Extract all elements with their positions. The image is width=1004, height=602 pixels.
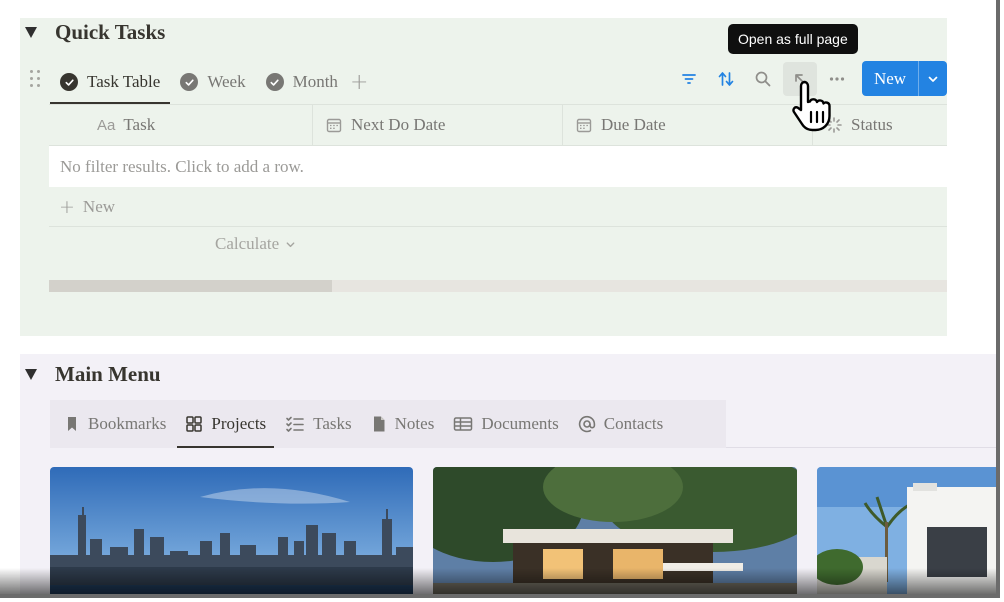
tab-projects[interactable]: Projects — [177, 400, 274, 448]
tab-task-table[interactable]: Task Table — [50, 60, 171, 104]
column-label: Task — [123, 115, 156, 134]
sort-icon[interactable] — [709, 62, 743, 96]
tab-label: Documents — [481, 414, 559, 433]
column-header-next-do-date[interactable]: Next Do Date — [313, 105, 563, 145]
calendar-icon — [325, 116, 343, 134]
project-card-white-villa-image[interactable] — [817, 467, 996, 594]
document-icon — [373, 416, 385, 432]
at-icon — [578, 415, 595, 433]
column-header-task[interactable]: Aa Task — [49, 105, 313, 145]
new-button-label[interactable]: New — [862, 61, 919, 96]
main-menu-tabs: Bookmarks Projects Tasks Notes Documents… — [50, 400, 726, 448]
collapse-toggle-icon[interactable] — [25, 369, 37, 380]
add-row-label: New — [82, 196, 116, 216]
quick-tasks-title: Quick Tasks — [55, 20, 166, 44]
horizontal-scrollbar[interactable] — [49, 280, 947, 292]
tab-label: Contacts — [603, 414, 664, 433]
main-menu-title: Main Menu — [55, 362, 161, 386]
plus-icon: + — [59, 195, 75, 218]
calculate-label: Calculate — [215, 234, 280, 253]
chevron-down-icon[interactable] — [919, 61, 947, 96]
check-circle-icon — [180, 73, 199, 91]
new-button[interactable]: New — [862, 61, 947, 96]
tab-label: Projects — [211, 414, 267, 433]
text-icon: Aa — [97, 116, 116, 134]
project-card-city-skyline-image[interactable] — [50, 467, 413, 594]
tab-notes[interactable]: Notes — [363, 400, 443, 448]
column-label: Status — [851, 115, 893, 134]
project-card-modern-house-image[interactable] — [433, 467, 797, 594]
tab-tasks[interactable]: Tasks — [277, 400, 359, 448]
tab-label: Month — [292, 72, 338, 91]
bookmark-icon — [68, 417, 76, 431]
table-icon — [454, 417, 473, 431]
tab-label: Tasks — [313, 414, 352, 433]
quick-tasks-header[interactable]: Quick Tasks — [25, 20, 165, 45]
drag-handle-icon[interactable] — [30, 70, 40, 88]
tooltip: Open as full page — [728, 24, 858, 54]
tab-label: Task Table — [87, 72, 161, 91]
checklist-icon — [286, 416, 304, 432]
tab-week[interactable]: Week — [170, 60, 255, 104]
tab-contacts[interactable]: Contacts — [570, 400, 672, 448]
chevron-down-icon — [286, 241, 295, 247]
column-label: Next Do Date — [351, 115, 446, 134]
gallery-icon — [186, 416, 203, 432]
main-menu-header[interactable]: Main Menu — [25, 362, 161, 387]
tab-label: Week — [207, 72, 246, 91]
tab-label: Bookmarks — [88, 414, 167, 433]
collapse-toggle-icon[interactable] — [25, 27, 37, 38]
view-tabs: Task Table Week Month + — [50, 60, 368, 104]
app-frame: Quick Tasks Task Table Week Month + New … — [0, 0, 1000, 598]
calculate-button[interactable]: Calculate — [215, 234, 296, 254]
calendar-icon — [575, 116, 593, 134]
tab-bookmarks[interactable]: Bookmarks — [56, 400, 174, 448]
column-header-due-date[interactable]: Due Date — [563, 105, 813, 145]
tab-label: Notes — [394, 414, 435, 433]
scrollbar-thumb[interactable] — [49, 280, 332, 292]
check-circle-icon — [60, 73, 78, 91]
plus-icon[interactable]: + — [350, 70, 368, 95]
check-circle-icon — [265, 73, 284, 91]
filter-icon[interactable] — [672, 62, 706, 96]
tab-documents[interactable]: Documents — [445, 400, 566, 448]
hand-pointer-cursor-icon — [792, 80, 831, 132]
search-icon[interactable] — [746, 62, 780, 96]
column-label: Due Date — [601, 115, 666, 134]
empty-results-row[interactable]: No filter results. Click to add a row. — [49, 146, 947, 187]
tab-month[interactable]: Month — [256, 60, 348, 104]
add-row-button[interactable]: + New — [49, 187, 947, 227]
